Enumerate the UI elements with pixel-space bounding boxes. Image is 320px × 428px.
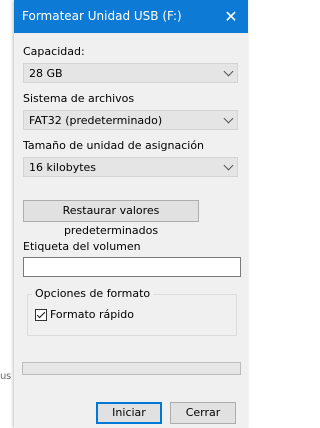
format-options-legend: Opciones de formato [32,287,154,300]
dialog-title: Formatear Unidad USB (F:) [22,9,182,23]
quick-format-checkbox[interactable] [35,309,47,321]
allocation-unit-value: 16 kilobytes [29,161,97,174]
format-dialog: Formatear Unidad USB (F:) ✕ Capacidad: 2… [14,0,248,428]
title-bar[interactable]: Formatear Unidad USB (F:) ✕ [14,0,248,33]
quick-format-label[interactable]: Formato rápido [50,308,134,321]
capacity-value: 28 GB [29,67,63,80]
file-system-value: FAT32 (predeterminado) [29,114,163,127]
volume-label-input[interactable] [23,257,241,277]
capacity-select[interactable]: 28 GB [23,63,238,83]
background-window-text: us [0,371,11,382]
volume-label-label: Etiqueta del volumen [23,240,141,253]
chevron-down-icon [223,113,234,124]
allocation-unit-select[interactable]: 16 kilobytes [23,157,238,177]
start-button[interactable]: Iniciar [96,402,162,424]
format-progress-bar [22,362,241,375]
chevron-down-icon [223,66,234,77]
close-button[interactable]: Cerrar [170,402,236,424]
file-system-select[interactable]: FAT32 (predeterminado) [23,110,238,130]
file-system-label: Sistema de archivos [23,92,135,105]
chevron-down-icon [223,160,234,171]
allocation-unit-label: Tamaño de unidad de asignación [23,139,205,152]
close-icon[interactable]: ✕ [214,0,248,33]
restore-defaults-button[interactable]: Restaurar valores predeterminados [23,200,199,237]
capacity-label: Capacidad: [23,45,85,58]
